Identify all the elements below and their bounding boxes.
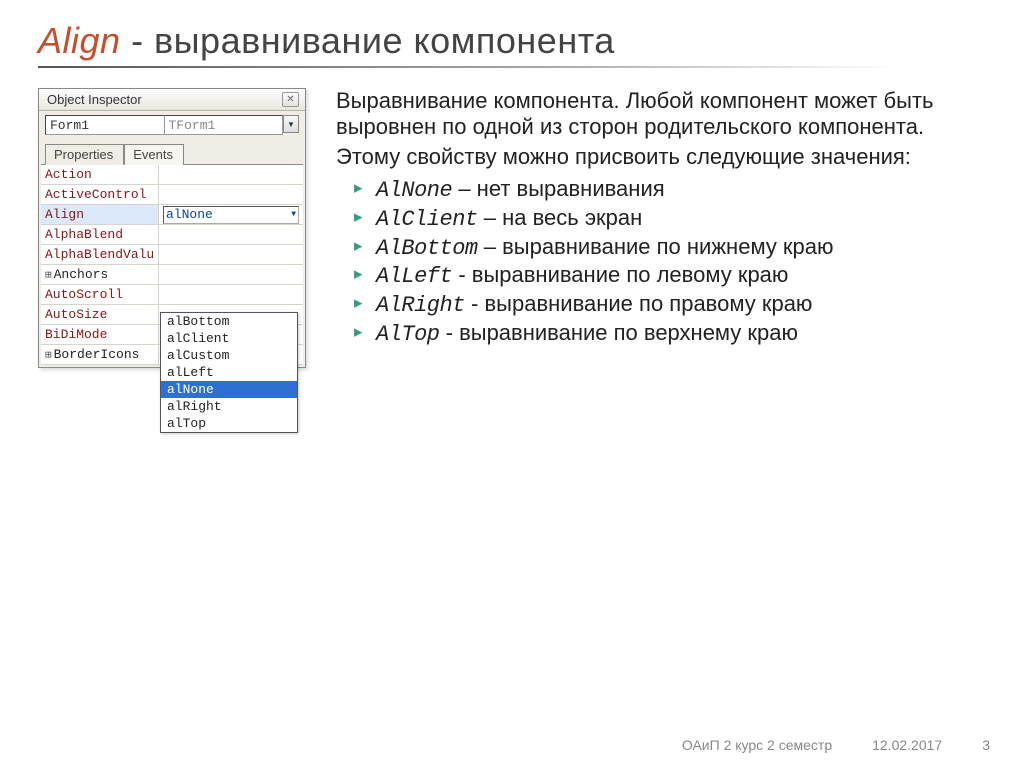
value-desc: – на весь экран: [478, 205, 643, 230]
property-row[interactable]: AutoScroll: [41, 285, 303, 305]
list-item: AlNone – нет выравнивания: [354, 176, 986, 205]
property-row[interactable]: Action: [41, 165, 303, 185]
value-name: AlBottom: [376, 236, 478, 261]
property-name: Align: [45, 207, 84, 222]
title-rest: - выравнивание компонента: [121, 20, 615, 61]
list-item: AlBottom – выравнивание по нижнему краю: [354, 234, 986, 263]
close-icon[interactable]: ✕: [282, 92, 299, 107]
property-row[interactable]: AlphaBlend: [41, 225, 303, 245]
property-name: ActiveControl: [45, 187, 146, 202]
expand-icon[interactable]: ⊞: [45, 348, 52, 362]
dropdown-option[interactable]: alTop: [161, 415, 297, 432]
value-desc: – нет выравнивания: [452, 176, 664, 201]
property-row[interactable]: ActiveControl: [41, 185, 303, 205]
property-label: Action: [41, 165, 159, 184]
align-dropdown[interactable]: alBottomalClientalCustomalLeftalNonealRi…: [160, 312, 298, 433]
right-column: Выравнивание компонента. Любой компонент…: [336, 88, 986, 368]
value-desc: – выравнивание по нижнему краю: [478, 234, 834, 259]
values-list: AlNone – нет выравниванияAlClient – на в…: [336, 176, 986, 349]
value-name: AlLeft: [376, 264, 452, 289]
property-value[interactable]: [159, 245, 303, 264]
list-item: AlRight - выравнивание по правому краю: [354, 291, 986, 320]
title-keyword: Align: [38, 20, 121, 61]
property-name: BorderIcons: [54, 347, 140, 362]
value-name: AlRight: [376, 293, 465, 318]
combo-type-value: TForm1: [169, 118, 216, 133]
property-label: ⊞BorderIcons: [41, 345, 159, 364]
property-value[interactable]: [159, 285, 303, 304]
dropdown-option[interactable]: alLeft: [161, 364, 297, 381]
property-value[interactable]: alNone▼: [159, 205, 303, 224]
expand-icon[interactable]: ⊞: [45, 268, 52, 282]
component-name-combo[interactable]: Form1: [45, 115, 165, 135]
property-label: ⊞Anchors: [41, 265, 159, 284]
dropdown-option[interactable]: alRight: [161, 398, 297, 415]
chevron-down-icon[interactable]: ▼: [291, 210, 296, 219]
property-row[interactable]: ⊞Anchors: [41, 265, 303, 285]
property-label: AutoScroll: [41, 285, 159, 304]
footer-page: 3: [982, 737, 990, 753]
property-value[interactable]: [159, 185, 303, 204]
footer-date: 12.02.2017: [872, 737, 942, 753]
tab-properties[interactable]: Properties: [45, 144, 124, 165]
title-underline: [38, 66, 898, 68]
slide-title: Align - выравнивание компонента: [38, 20, 986, 62]
value-desc: - выравнивание по правому краю: [465, 291, 813, 316]
property-name: Anchors: [54, 267, 109, 282]
component-selector-row: Form1 TForm1 ▼: [39, 111, 305, 139]
slide: Align - выравнивание компонента Object I…: [0, 0, 1024, 767]
property-label: AutoSize: [41, 305, 159, 324]
dropdown-option[interactable]: alClient: [161, 330, 297, 347]
property-label: ActiveControl: [41, 185, 159, 204]
paragraph-1: Выравнивание компонента. Любой компонент…: [336, 88, 986, 140]
panel-titlebar: Object Inspector ✕: [39, 89, 305, 111]
dropdown-option[interactable]: alBottom: [161, 313, 297, 330]
dropdown-option[interactable]: alCustom: [161, 347, 297, 364]
dropdown-option[interactable]: alNone: [161, 381, 297, 398]
value-name: AlNone: [376, 178, 452, 203]
combo-value: Form1: [50, 118, 89, 133]
value-desc: - выравнивание по левому краю: [452, 262, 788, 287]
tabs-row: Properties Events: [39, 139, 305, 164]
value-name: AlClient: [376, 207, 478, 232]
value-desc: - выравнивание по верхнему краю: [440, 320, 799, 345]
list-item: AlClient – на весь экран: [354, 205, 986, 234]
property-value[interactable]: [159, 265, 303, 284]
property-value[interactable]: [159, 225, 303, 244]
property-row[interactable]: Align alNone▼: [41, 205, 303, 225]
property-name: AutoScroll: [45, 287, 123, 302]
property-name: AlphaBlend: [45, 227, 123, 242]
paragraph-2: Этому свойству можно присвоить следующие…: [336, 144, 986, 170]
property-label: Align: [41, 205, 159, 224]
property-name: AutoSize: [45, 307, 107, 322]
property-name: Action: [45, 167, 92, 182]
chevron-down-icon[interactable]: ▼: [283, 115, 299, 133]
value-name: AlTop: [376, 322, 440, 347]
property-value[interactable]: [159, 165, 303, 184]
property-row[interactable]: AlphaBlendValu: [41, 245, 303, 265]
list-item: AlTop - выравнивание по верхнему краю: [354, 320, 986, 349]
slide-footer: ОАиП 2 курс 2 семестр 12.02.2017 3: [682, 737, 990, 753]
property-label: AlphaBlend: [41, 225, 159, 244]
footer-course: ОАиП 2 курс 2 семестр: [682, 737, 832, 753]
list-item: AlLeft - выравнивание по левому краю: [354, 262, 986, 291]
property-label: BiDiMode: [41, 325, 159, 344]
property-name: AlphaBlendValu: [45, 247, 154, 262]
property-label: AlphaBlendValu: [41, 245, 159, 264]
tab-events[interactable]: Events: [124, 144, 184, 165]
property-name: BiDiMode: [45, 327, 107, 342]
component-type-combo[interactable]: TForm1: [165, 115, 284, 135]
panel-title-text: Object Inspector: [47, 92, 142, 107]
